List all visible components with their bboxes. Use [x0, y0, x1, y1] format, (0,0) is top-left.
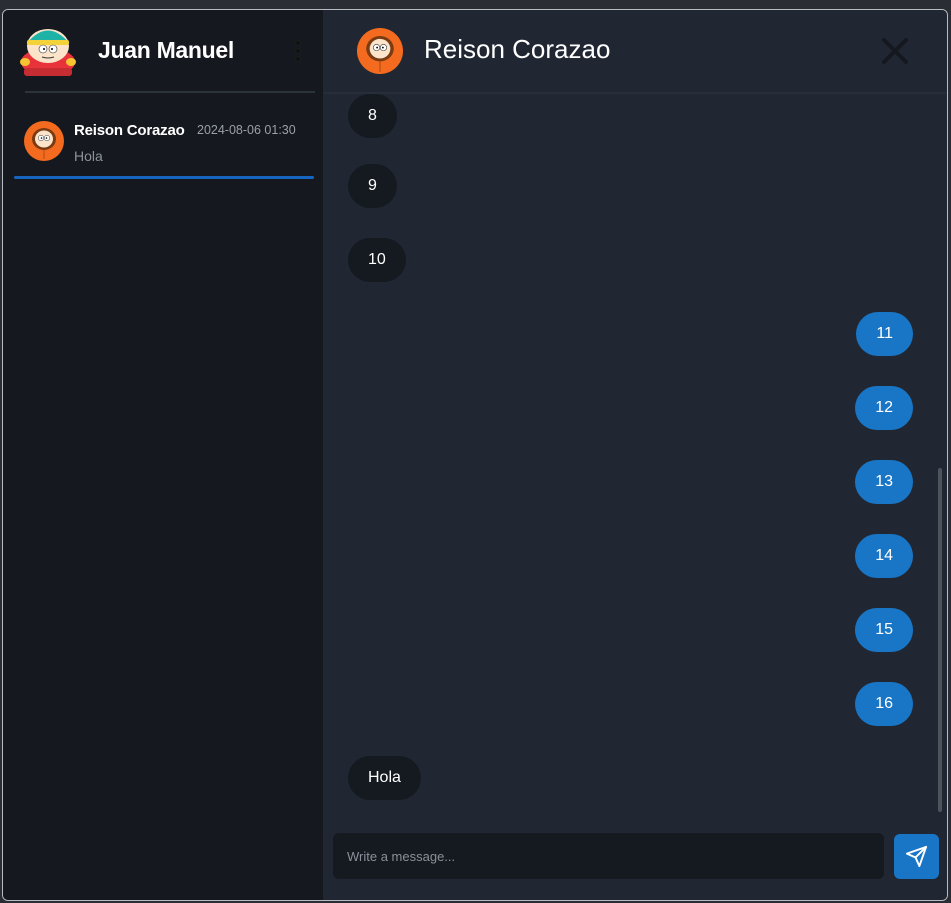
incoming-message: Hola	[348, 756, 421, 800]
chat-window: Juan Manuel Reison Corazao 2024-08-06 01…	[2, 9, 948, 901]
sidebar-divider	[25, 91, 315, 93]
chat-item-last-message: Hola	[74, 148, 103, 164]
outgoing-message: 11	[856, 312, 913, 356]
close-icon[interactable]	[881, 37, 909, 65]
message-input[interactable]	[333, 833, 884, 879]
outgoing-message: 16	[855, 682, 913, 726]
sidebar-user-name: Juan Manuel	[98, 37, 235, 63]
outgoing-message: 13	[855, 460, 913, 504]
kebab-menu-icon[interactable]	[291, 37, 305, 67]
sidebar: Juan Manuel Reison Corazao 2024-08-06 01…	[3, 10, 324, 900]
send-button[interactable]	[894, 834, 939, 879]
kenny-avatar-icon	[357, 28, 403, 74]
kenny-avatar-icon	[24, 121, 64, 161]
outgoing-message: 12	[855, 386, 913, 430]
incoming-message: 8	[348, 94, 397, 138]
chat-item-time: 2024-08-06 01:30	[197, 123, 296, 137]
sidebar-header: Juan Manuel	[3, 10, 323, 92]
chat-list-item[interactable]: Reison Corazao 2024-08-06 01:30 Hola	[14, 105, 314, 179]
incoming-message: 10	[348, 238, 406, 282]
message-scrollbar[interactable]	[938, 468, 942, 812]
active-chat-indicator	[14, 176, 314, 179]
conversation-panel: Reison Corazao 8 9 10 11 12 13 14 15 16 …	[323, 10, 947, 900]
cartman-avatar-icon	[20, 29, 76, 76]
chat-item-name: Reison Corazao	[74, 122, 185, 139]
conversation-header: Reison Corazao	[323, 10, 947, 94]
incoming-message: 9	[348, 164, 397, 208]
outgoing-message: 15	[855, 608, 913, 652]
conversation-title: Reison Corazao	[424, 34, 611, 64]
send-icon	[905, 845, 928, 868]
message-list[interactable]: 8 9 10 11 12 13 14 15 16 Hola	[323, 94, 947, 804]
outgoing-message: 14	[855, 534, 913, 578]
